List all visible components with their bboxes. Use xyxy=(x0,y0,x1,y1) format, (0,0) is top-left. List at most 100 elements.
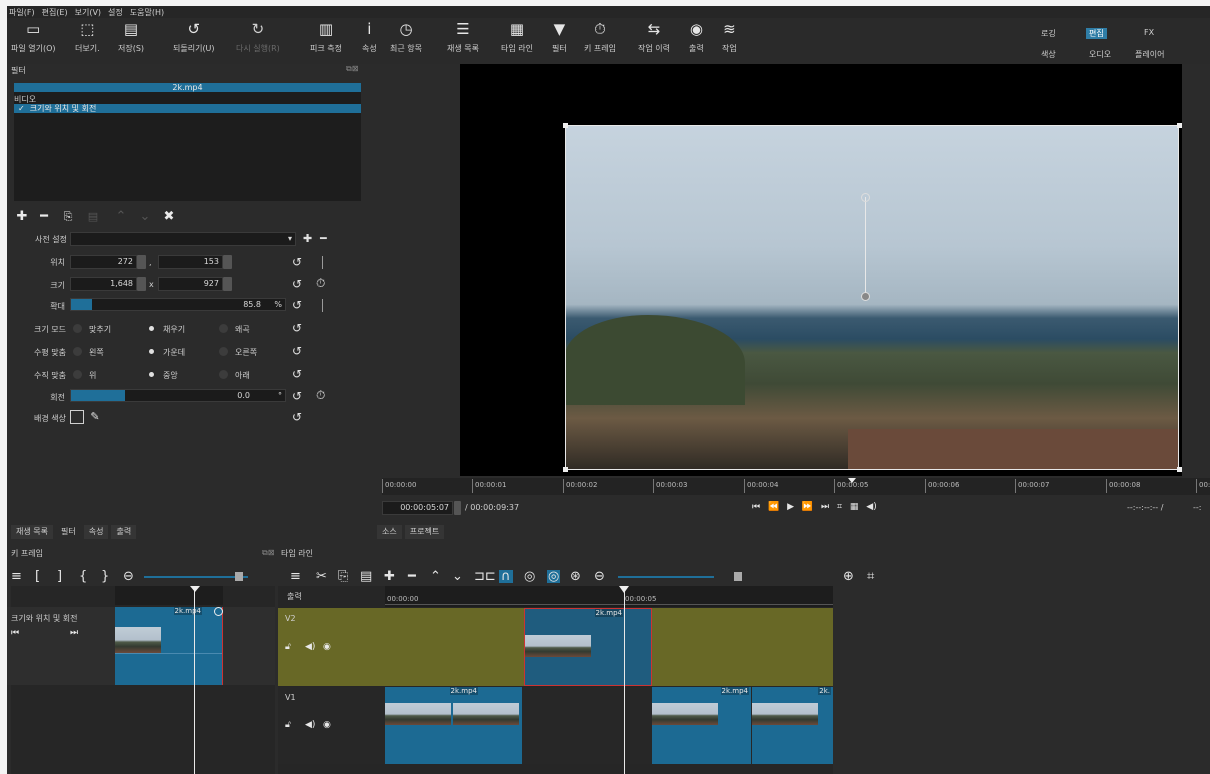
ws-color[interactable]: 색상 xyxy=(1041,49,1056,60)
keyframes-zoom-handle[interactable] xyxy=(235,572,243,581)
halign-right-radio[interactable] xyxy=(219,347,228,356)
tab-filters[interactable]: 필터 xyxy=(55,525,81,539)
corner-handle-tr[interactable] xyxy=(1177,123,1182,128)
valign-middle-radio[interactable] xyxy=(147,370,156,379)
keyframes-zoom-slider[interactable] xyxy=(144,576,248,578)
delete-preset-icon[interactable]: ━ xyxy=(320,233,327,245)
copy-filter-icon[interactable]: ⎘ xyxy=(62,211,74,223)
volume-icon[interactable]: ◀) xyxy=(866,502,876,512)
paste-icon[interactable]: ▤ xyxy=(360,570,372,583)
prev-keyframe-icon[interactable]: ⏮ xyxy=(11,628,19,638)
v2-mute-icon[interactable]: ◀) xyxy=(305,642,315,652)
v2-clip[interactable]: 2k.mp4 xyxy=(524,608,652,686)
menu-edit[interactable]: 편집(E) xyxy=(42,7,68,18)
tab-properties[interactable]: 속성 xyxy=(83,525,109,539)
keyframes-float-close-icon[interactable]: ⧉⊠ xyxy=(262,548,274,558)
size-mode-fit-radio[interactable] xyxy=(73,324,82,333)
v1-clip-2[interactable]: 2k.mp4 xyxy=(652,687,751,764)
size-mode-reset-icon[interactable]: ↺ xyxy=(292,322,302,334)
zoom-out-icon[interactable]: ⊖ xyxy=(594,570,605,583)
ws-player[interactable]: 플레이어 xyxy=(1135,49,1164,60)
corner-handle-bl[interactable] xyxy=(563,467,568,472)
keyframes-button[interactable]: ⏱ 키 프레임 xyxy=(584,20,616,54)
history-button[interactable]: ⇆ 작업 이력 xyxy=(638,20,670,54)
filters-button[interactable]: ▼ 필터 xyxy=(552,20,567,54)
save-preset-icon[interactable]: ✚ xyxy=(303,233,312,245)
current-time-spinner[interactable] xyxy=(454,501,461,515)
export-button[interactable]: ◉ 출력 xyxy=(689,20,704,54)
corner-handle-tl[interactable] xyxy=(563,123,568,128)
cut-icon[interactable]: ✂ xyxy=(316,570,327,583)
paste-filter-icon[interactable]: ▤ xyxy=(87,211,99,223)
size-width-input[interactable]: 1,648 xyxy=(70,277,137,291)
size-height-input[interactable]: 927 xyxy=(158,277,223,291)
timeline-zoom-slider[interactable] xyxy=(618,576,714,578)
player-playhead[interactable] xyxy=(848,478,856,483)
append-icon[interactable]: ✚ xyxy=(384,570,395,583)
scrub-icon[interactable]: ◎ xyxy=(524,570,535,583)
next-keyframe-icon[interactable]: ⏭ xyxy=(70,628,78,638)
skip-previous-icon[interactable]: ⏮ xyxy=(752,502,760,512)
copy-icon[interactable]: ⎘ xyxy=(338,570,348,583)
rotation-slider[interactable]: 0.0 ° xyxy=(70,389,286,402)
halign-center-radio[interactable] xyxy=(147,347,156,356)
jobs-button[interactable]: ≋ 작업 xyxy=(722,20,737,54)
size-mode-distort-radio[interactable] xyxy=(219,324,228,333)
menu-view[interactable]: 보기(V) xyxy=(75,7,101,18)
snap-icon[interactable]: ∩ xyxy=(499,570,513,583)
menu-file[interactable]: 파일(F) xyxy=(9,7,35,18)
ripple-all-icon[interactable]: ⊛ xyxy=(570,570,581,583)
size-width-spinner[interactable] xyxy=(137,277,146,291)
menu-settings[interactable]: 설정 xyxy=(108,7,123,18)
recent-button[interactable]: ◷ 최근 항목 xyxy=(390,20,422,54)
timeline-zoom-handle[interactable] xyxy=(734,572,742,581)
position-y-spinner[interactable] xyxy=(223,255,232,269)
set-in-icon[interactable]: [ xyxy=(35,570,40,583)
ws-logging[interactable]: 로깅 xyxy=(1041,28,1056,39)
valign-bottom-radio[interactable] xyxy=(219,370,228,379)
video-preview[interactable] xyxy=(460,64,1182,476)
size-mode-fill-radio[interactable] xyxy=(147,324,156,333)
timeline-button[interactable]: ▦ 타임 라인 xyxy=(501,20,533,54)
tab-source[interactable]: 소스 xyxy=(377,525,402,539)
player-ruler[interactable]: 00:00:00 00:00:01 00:00:02 00:00:03 00:0… xyxy=(382,478,1210,495)
filter-in-icon[interactable]: { xyxy=(79,570,87,583)
size-keyframe-stopwatch-icon[interactable]: ⏱ xyxy=(316,277,325,289)
position-x-spinner[interactable] xyxy=(137,255,146,269)
panel-float-close-icon[interactable]: ⧉⊠ xyxy=(346,64,358,74)
add-filter-icon[interactable]: ✚ xyxy=(16,210,28,223)
halign-reset-icon[interactable]: ↺ xyxy=(292,345,302,357)
zoom-reset-icon[interactable]: ↺ xyxy=(292,299,302,311)
filter-item[interactable]: ✓ 크기와 위치 및 회전 xyxy=(14,104,361,113)
size-reset-icon[interactable]: ↺ xyxy=(292,278,302,290)
split-icon[interactable]: ⊐⊏ xyxy=(474,570,496,583)
corner-handle-br[interactable] xyxy=(1177,467,1182,472)
save-button[interactable]: ▤ 저장(S) xyxy=(118,20,144,54)
zoom-fit-icon[interactable]: ⌗ xyxy=(867,570,874,583)
tab-playlist[interactable]: 재생 목록 xyxy=(11,525,53,539)
v1-clip-1[interactable]: 2k.mp4 xyxy=(385,687,522,764)
set-out-icon[interactable]: ] xyxy=(57,570,62,583)
remove-icon[interactable]: ━ xyxy=(408,570,416,583)
halign-left-radio[interactable] xyxy=(73,347,82,356)
more-button[interactable]: ⬚ 더보기. xyxy=(75,20,100,54)
move-down-icon[interactable]: ⌄ xyxy=(139,210,151,223)
rewind-icon[interactable]: ⏪ xyxy=(768,502,779,512)
properties-button[interactable]: i 속성 xyxy=(362,20,377,54)
ripple-icon[interactable]: ◎ xyxy=(547,570,561,583)
play-icon[interactable]: ▶ xyxy=(787,502,794,512)
eyedropper-icon[interactable]: ✎ xyxy=(88,410,102,424)
check-icon[interactable]: ✓ xyxy=(18,104,25,113)
v1-mute-icon[interactable]: ◀) xyxy=(305,720,315,730)
ws-audio[interactable]: 오디오 xyxy=(1089,49,1111,60)
filter-out-icon[interactable]: } xyxy=(101,570,109,583)
position-x-input[interactable]: 272 xyxy=(70,255,137,269)
transform-rect[interactable] xyxy=(565,125,1179,470)
keyframes-clip[interactable]: 2k.mp4 xyxy=(115,607,223,685)
grid-icon[interactable]: ▦ xyxy=(850,502,859,512)
ws-editing[interactable]: 편집 xyxy=(1086,28,1107,39)
lift-icon[interactable]: ⌃ xyxy=(430,570,441,583)
preset-select[interactable]: ▾ xyxy=(70,232,296,246)
tab-export[interactable]: 출력 xyxy=(111,525,137,539)
keyframes-playhead[interactable] xyxy=(190,586,200,592)
